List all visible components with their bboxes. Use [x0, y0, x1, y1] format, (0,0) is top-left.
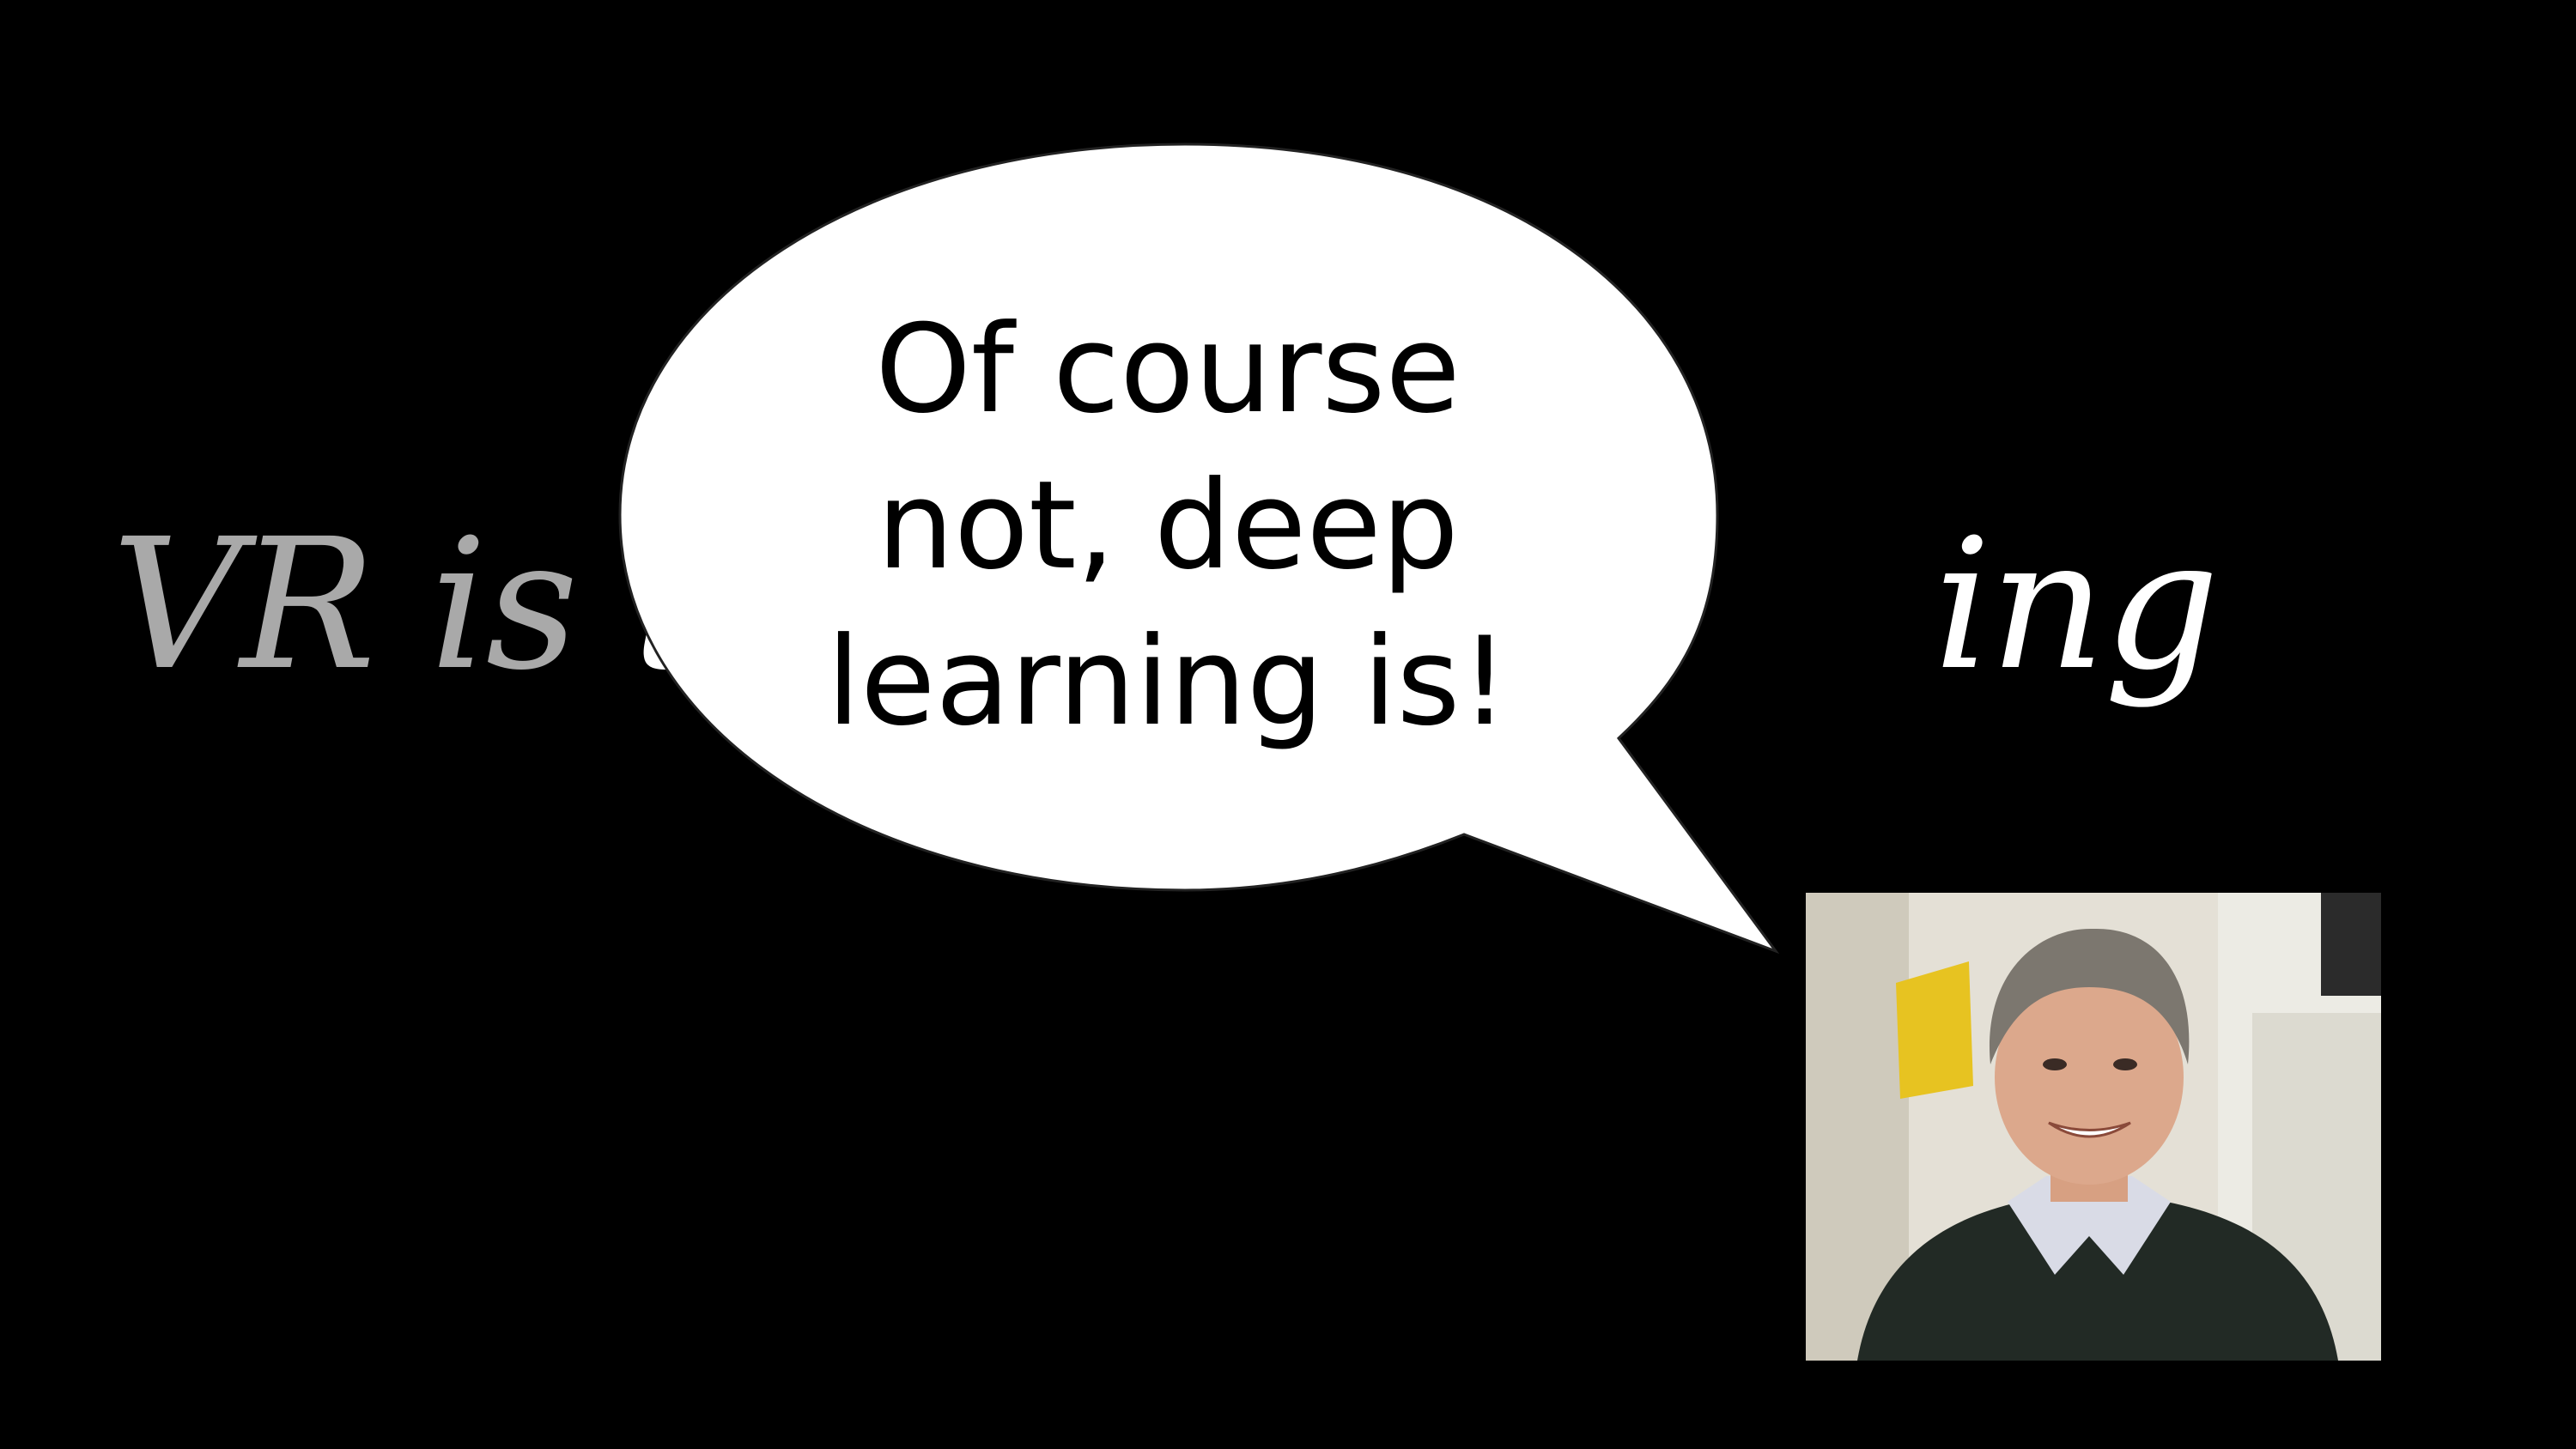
- speech-bubble-text: Of course not, deep learning is!: [713, 292, 1623, 761]
- bubble-line-1: Of course: [875, 299, 1461, 440]
- bubble-line-2: not, deep: [877, 455, 1459, 597]
- bubble-line-3: learning is!: [826, 611, 1510, 753]
- person-photo-icon: [1806, 893, 2381, 1361]
- person-photo: [1806, 893, 2381, 1361]
- slide: VR is thing Of course not, deep learning…: [0, 0, 2576, 1449]
